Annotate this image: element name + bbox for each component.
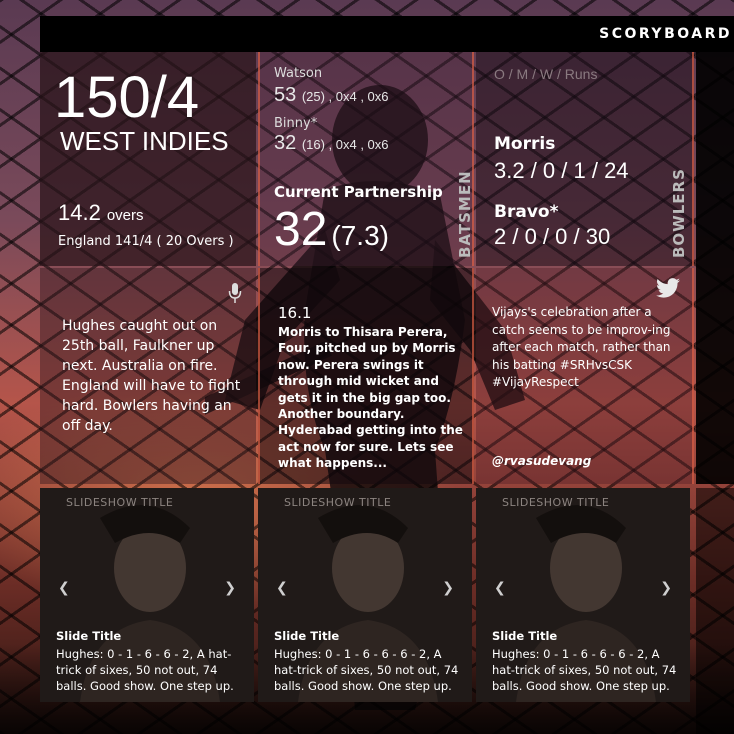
- voice-comment-text: Hughes caught out on 25th ball, Faulkner…: [62, 318, 241, 434]
- batsman-1-score: 53 (25) , 0x4 , 0x6: [274, 84, 389, 107]
- chevron-left-icon[interactable]: ❮: [494, 580, 506, 596]
- batsman-2-details: (16) , 0x4 , 0x6: [301, 137, 389, 152]
- score-panel: 150/4 WEST INDIES 14.2 overs England 141/…: [40, 52, 256, 266]
- partnership-value: 32 (7.3): [274, 202, 389, 257]
- overs-value: 14.2: [58, 200, 101, 225]
- brand-logo: SCORYBOARD: [599, 26, 732, 42]
- slideshow-card-3[interactable]: SLIDESHOW TITLE ❮ ❯ Slide Title Hughes: …: [476, 488, 690, 702]
- bowler-1-name: Morris: [494, 134, 556, 154]
- commentary-text: Morris to Thisara Perera, Four, pitched …: [278, 325, 463, 471]
- slide-caption: Hughes: 0 - 1 - 6 - 6 - 2, A hat-trick o…: [56, 647, 234, 693]
- commentary-over: 16.1: [278, 304, 312, 322]
- slideshow-title: SLIDESHOW TITLE: [502, 496, 610, 509]
- batsman-2-name: Binny*: [274, 116, 318, 131]
- batsman-1-details: (25) , 0x4 , 0x6: [301, 89, 389, 104]
- partnership-runs: 32: [274, 203, 328, 256]
- bowler-2-name: Bravo*: [494, 202, 559, 222]
- chevron-right-icon[interactable]: ❯: [224, 580, 236, 596]
- batsman-2-runs: 32: [274, 132, 297, 154]
- slide-title: Slide Title: [492, 629, 558, 643]
- tweet-text: Vijays's celebration after a catch seems…: [492, 305, 671, 390]
- slide-title: Slide Title: [274, 629, 340, 643]
- overs-label: overs: [106, 207, 144, 224]
- opponent-score: England 141/4 ( 20 Overs ): [58, 234, 234, 249]
- chevron-left-icon[interactable]: ❮: [58, 580, 70, 596]
- batsman-2-score: 32 (16) , 0x4 , 0x6: [274, 132, 389, 155]
- chevron-right-icon[interactable]: ❯: [660, 580, 672, 596]
- slideshow-title: SLIDESHOW TITLE: [66, 496, 174, 509]
- chevron-right-icon[interactable]: ❯: [442, 580, 454, 596]
- voice-comment-panel: Hughes caught out on 25th ball, Faulkner…: [40, 268, 256, 484]
- total-score: 150/4: [54, 65, 200, 130]
- bowlers-section-label: BOWLERS: [670, 168, 688, 258]
- commentary-panel: 16.1 Morris to Thisara Perera, Four, pit…: [258, 268, 474, 484]
- slide-caption: Hughes: 0 - 1 - 6 - 6 - 6 - 2, A hat-tri…: [274, 647, 459, 693]
- slideshow-title: SLIDESHOW TITLE: [284, 496, 392, 509]
- twitter-bird-icon[interactable]: [656, 278, 680, 298]
- tweet-panel: Vijays's celebration after a catch seems…: [476, 268, 694, 484]
- chevron-left-icon[interactable]: ❮: [276, 580, 288, 596]
- slide-caption: Hughes: 0 - 1 - 6 - 6 - 6 - 2, A hat-tri…: [492, 647, 677, 693]
- right-edge-panel-lower: [696, 488, 734, 734]
- slideshow-card-1[interactable]: SLIDESHOW TITLE ❮ ❯ Slide Title Hughes: …: [40, 488, 254, 702]
- slideshow-card-2[interactable]: SLIDESHOW TITLE ❮ ❯ Slide Title Hughes: …: [258, 488, 472, 702]
- bowler-columns-header: O / M / W / Runs: [494, 66, 598, 82]
- partnership-label: Current Partnership: [274, 183, 443, 201]
- batting-team: WEST INDIES: [60, 126, 229, 156]
- bowler-1-figures: 3.2 / 0 / 1 / 24: [494, 158, 629, 183]
- microphone-icon[interactable]: [228, 282, 242, 304]
- bowlers-panel: O / M / W / Runs Morris 3.2 / 0 / 1 / 24…: [476, 52, 694, 266]
- batsman-1-runs: 53: [274, 84, 297, 106]
- slide-title: Slide Title: [56, 629, 122, 643]
- batsmen-section-label: BATSMEN: [456, 170, 474, 258]
- tweet-handle[interactable]: @rvasudevang: [492, 454, 591, 468]
- batsman-1-name: Watson: [274, 66, 323, 81]
- overs-count: 14.2 overs: [58, 200, 144, 226]
- right-edge-panel: [696, 52, 734, 484]
- batsmen-panel: Watson 53 (25) , 0x4 , 0x6 Binny* 32 (16…: [258, 52, 474, 266]
- bowler-2-figures: 2 / 0 / 0 / 30: [494, 224, 611, 249]
- top-bar: SCORYBOARD: [40, 16, 734, 52]
- partnership-rate: (7.3): [331, 220, 389, 251]
